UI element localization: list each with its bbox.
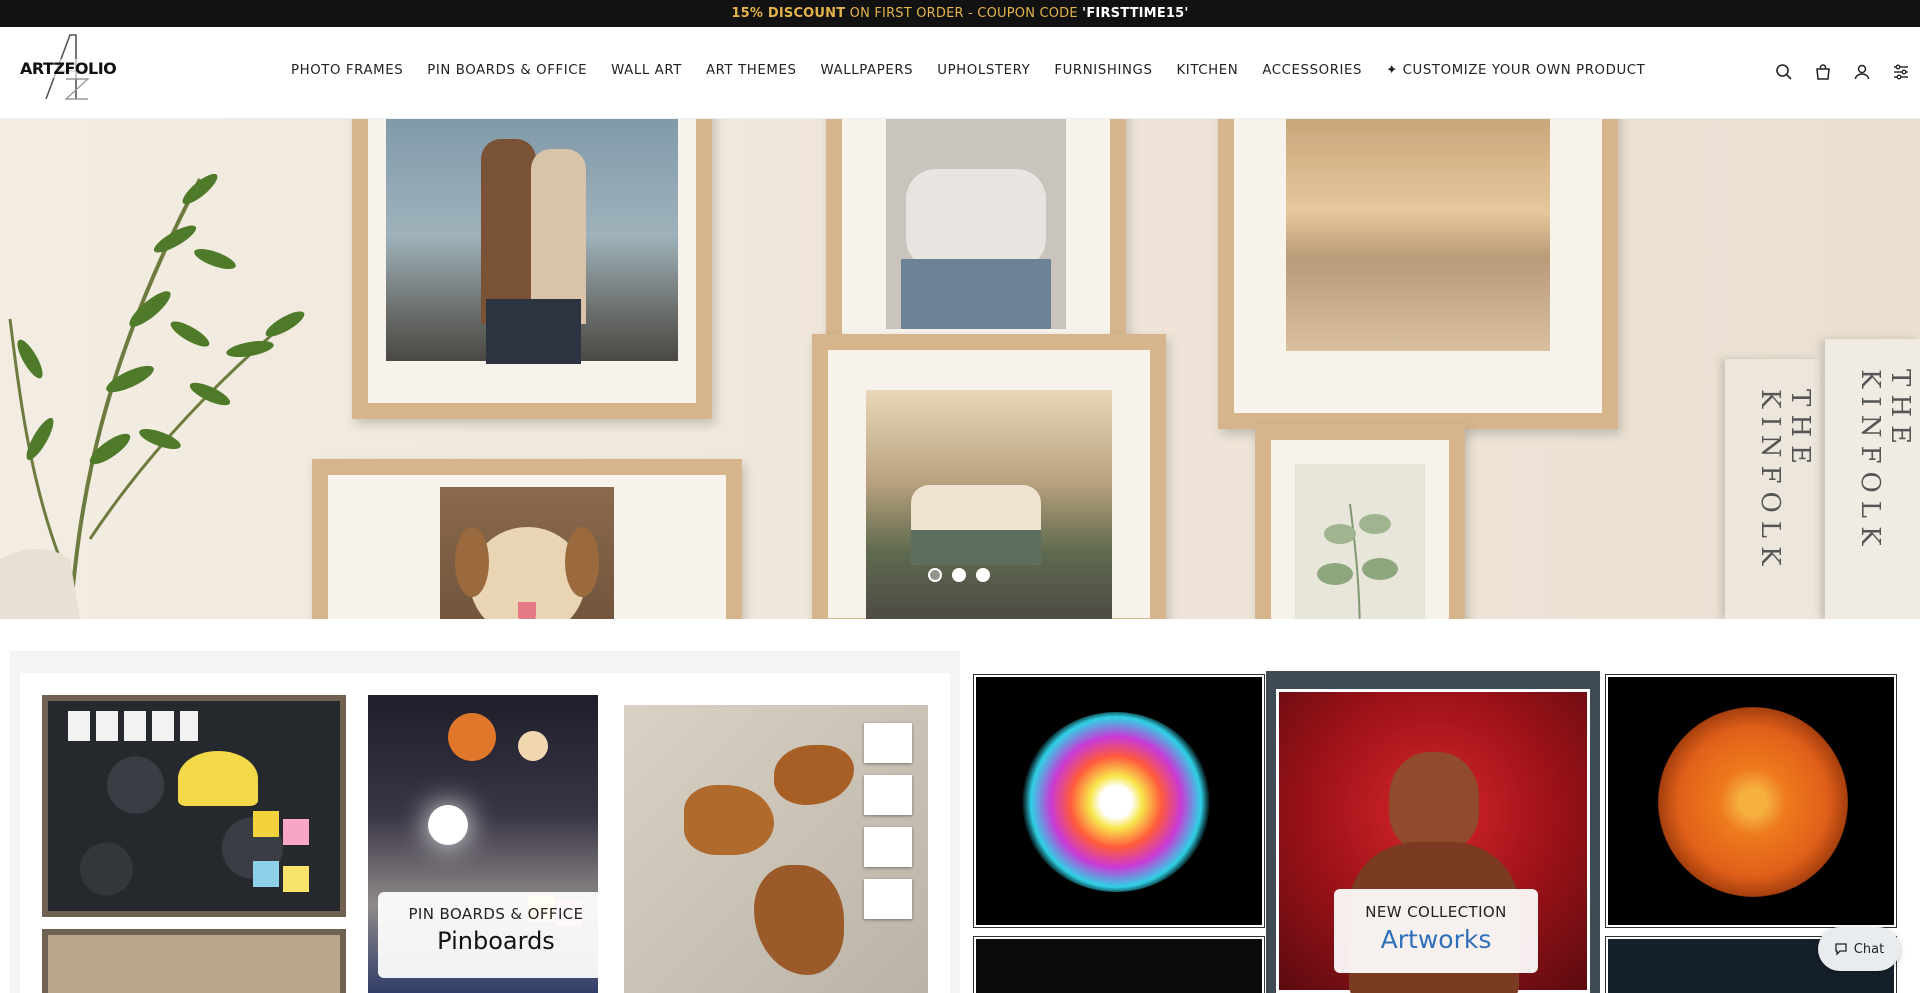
site-header: ARTZFOLIO PHOTO FRAMES PIN BOARDS & OFFI…: [0, 27, 1920, 119]
announcement-bar: 15% DISCOUNT ON FIRST ORDER - COUPON COD…: [0, 0, 1920, 27]
nav-customize-your-own[interactable]: ✦ CUSTOMIZE YOUR OWN PRODUCT: [1386, 63, 1645, 78]
search-icon[interactable]: [1775, 63, 1793, 81]
pinboards-eyebrow: PIN BOARDS & OFFICE: [408, 905, 584, 923]
filter-icon[interactable]: [1892, 63, 1910, 81]
nav-photo-frames[interactable]: PHOTO FRAMES: [291, 63, 403, 78]
nav-wallpapers[interactable]: WALLPAPERS: [821, 63, 914, 78]
main-nav: PHOTO FRAMES PIN BOARDS & OFFICE WALL AR…: [291, 63, 1669, 78]
frame-couple: [352, 119, 712, 419]
artworks-caption[interactable]: NEW COLLECTION Artworks: [1334, 889, 1538, 973]
pinboards-title: Pinboards: [437, 927, 555, 955]
nav-accessories[interactable]: ACCESSORIES: [1262, 63, 1362, 78]
nav-upholstery[interactable]: UPHOLSTERY: [937, 63, 1030, 78]
frame-plant-print: [1255, 424, 1465, 619]
collections-section: PIN BOARDS & OFFICE Pinboards NEW COLLEC…: [0, 619, 1920, 993]
artwork-dahlia-image: [1605, 674, 1897, 928]
pinboards-collection[interactable]: PIN BOARDS & OFFICE Pinboards: [10, 651, 960, 993]
announcement-text: ON FIRST ORDER - COUPON CODE: [845, 6, 1083, 21]
nav-pin-boards-office[interactable]: PIN BOARDS & OFFICE: [427, 63, 587, 78]
brand-name: ARTZFOLIO: [20, 59, 117, 78]
pinboards-caption[interactable]: PIN BOARDS & OFFICE Pinboards: [378, 892, 614, 978]
nav-furnishings[interactable]: FURNISHINGS: [1054, 63, 1152, 78]
announcement-discount: 15% DISCOUNT: [731, 6, 846, 21]
chat-button[interactable]: Chat: [1818, 927, 1900, 971]
carousel-dot-3[interactable]: [976, 568, 990, 582]
frame-dog: [312, 459, 742, 619]
nav-art-themes[interactable]: ART THEMES: [706, 63, 797, 78]
book-spine-text-2: THE KINFOLK: [1855, 369, 1915, 554]
carousel-dot-1[interactable]: [928, 568, 942, 582]
chat-bubble-icon: [1834, 942, 1848, 956]
account-icon[interactable]: [1853, 63, 1871, 81]
artworks-title: Artworks: [1380, 925, 1492, 954]
announcement-coupon-code: 'FIRSTTIME15': [1082, 6, 1189, 21]
artwork-color-explosion-image: [973, 674, 1265, 928]
artworks-eyebrow: NEW COLLECTION: [1365, 903, 1507, 921]
nav-kitchen[interactable]: KITCHEN: [1176, 63, 1238, 78]
carousel-dot-2[interactable]: [952, 568, 966, 582]
artworks-collection[interactable]: NEW COLLECTION Artworks: [970, 671, 1900, 993]
frame-beach: [1218, 119, 1618, 429]
book-spine-text: THE KINFOLK: [1755, 389, 1815, 574]
artwork-splash-image: [973, 936, 1265, 993]
pinboard-umbrellas-image: [42, 695, 346, 917]
hero-carousel[interactable]: THE KINFOLK THE KINFOLK: [0, 119, 1920, 619]
pinboard-map-image: [42, 929, 346, 993]
cart-icon[interactable]: [1814, 63, 1832, 81]
header-actions: [1775, 63, 1910, 81]
carousel-dots: [928, 568, 990, 582]
chat-label: Chat: [1853, 941, 1885, 957]
books-image: THE KINFOLK THE KINFOLK: [1725, 329, 1920, 619]
brand-logo[interactable]: ARTZFOLIO: [18, 31, 118, 101]
pinboard-world-map-image: [624, 705, 928, 993]
plant-image: [0, 173, 305, 619]
nav-wall-art[interactable]: WALL ART: [611, 63, 682, 78]
